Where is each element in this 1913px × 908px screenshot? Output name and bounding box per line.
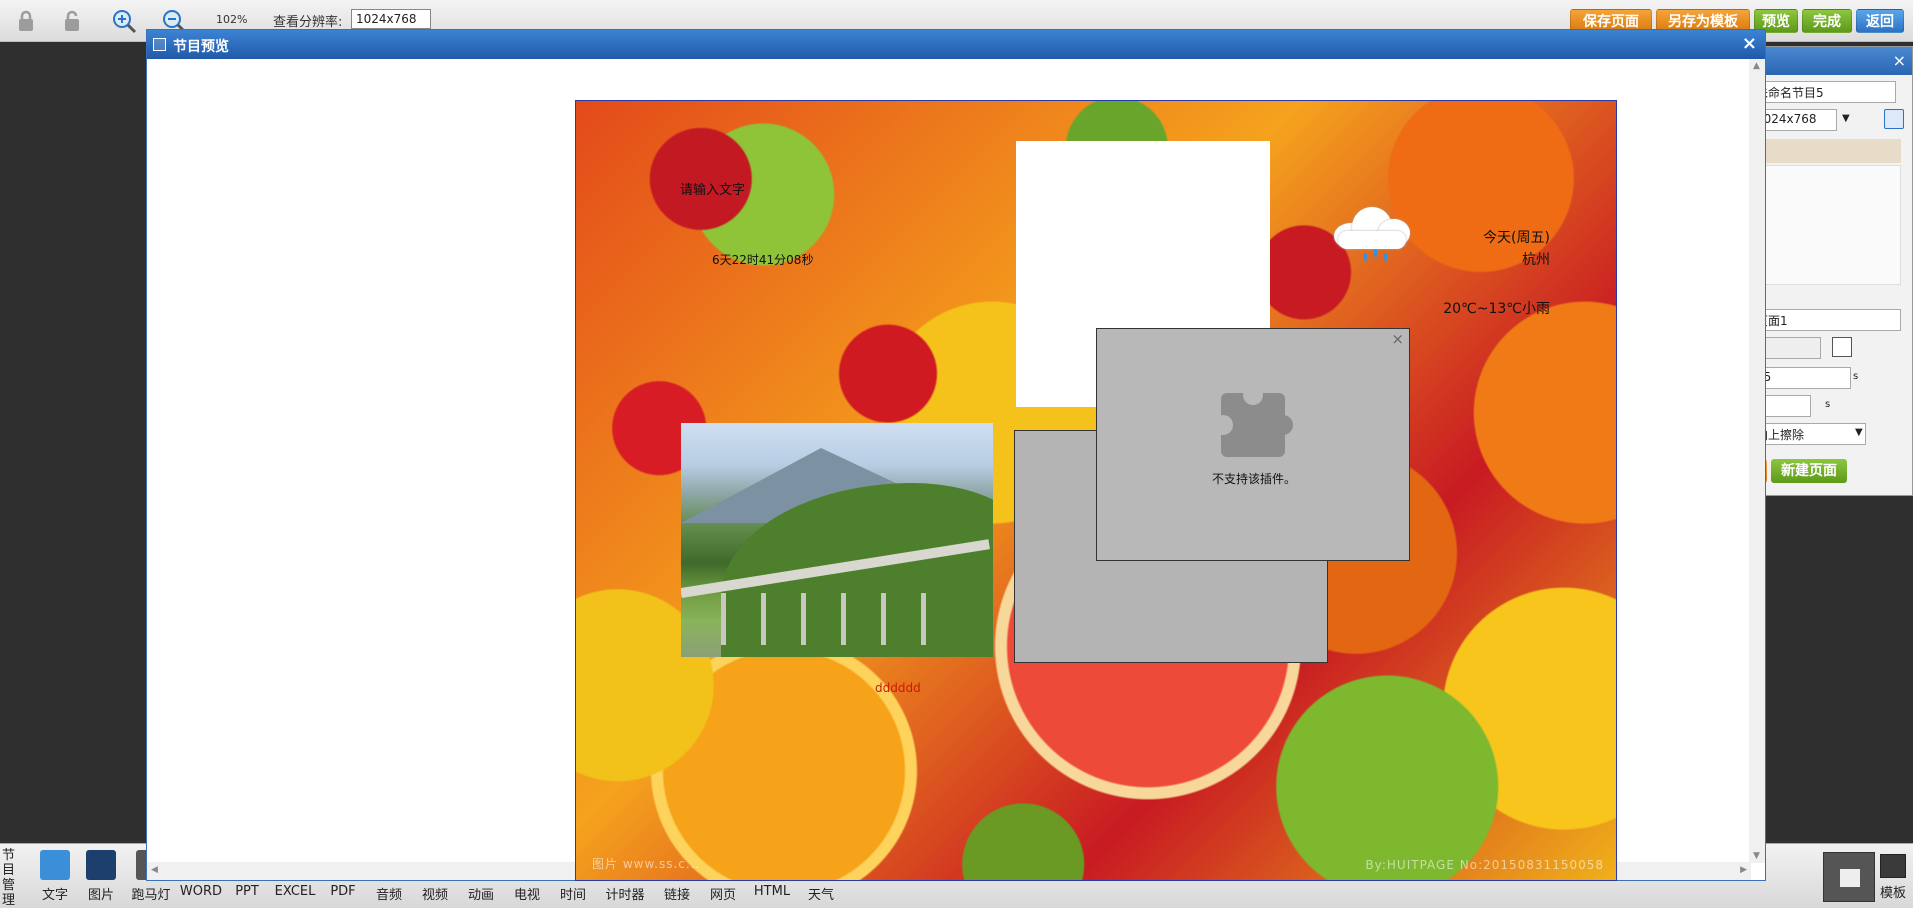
component-label: 图片 xyxy=(87,888,114,903)
resolution-label: 查看分辨率: xyxy=(273,15,343,30)
color-picker-icon[interactable] xyxy=(1832,337,1852,357)
transition-effect-select[interactable]: 向上擦除 xyxy=(1751,423,1866,445)
properties-panel: t × 未命名节目5 1024x768 ▼ 页面1 15 s 1 s 向上擦除 … xyxy=(1748,46,1913,496)
component-label: 网页 xyxy=(709,888,736,903)
component-label: 电视 xyxy=(513,888,540,903)
lock-icon[interactable] xyxy=(12,7,40,35)
transition-unit: s xyxy=(1825,399,1831,410)
component-label: EXCEL xyxy=(274,884,316,899)
duration-unit: s xyxy=(1853,371,1859,382)
component-1-button[interactable]: 文字 xyxy=(32,850,78,903)
component-label: 链接 xyxy=(663,888,690,903)
template-label: 模板 xyxy=(1880,886,1907,901)
close-icon[interactable]: × xyxy=(1391,330,1404,348)
dialog-title: 节目预览 xyxy=(173,39,229,55)
page-list-selected[interactable] xyxy=(1751,139,1901,163)
component-label: PPT xyxy=(235,884,259,899)
close-icon[interactable]: × xyxy=(1893,51,1906,70)
chevron-down-icon[interactable]: ▼ xyxy=(1855,427,1863,438)
component-1-icon xyxy=(40,850,70,880)
component-2-icon xyxy=(86,850,116,880)
red-text-widget[interactable]: dddddd xyxy=(875,681,921,695)
landscape-image[interactable] xyxy=(681,423,993,657)
zoom-in-icon[interactable] xyxy=(110,7,138,35)
template-icon xyxy=(1880,854,1906,878)
page-list[interactable] xyxy=(1751,165,1901,285)
properties-panel-header: t × xyxy=(1749,47,1912,75)
page-name-field[interactable]: 页面1 xyxy=(1751,309,1901,331)
component-label: 天气 xyxy=(807,888,834,903)
puzzle-icon xyxy=(1213,385,1293,457)
component-label: 文字 xyxy=(41,888,68,903)
component-label: 时间 xyxy=(559,888,586,903)
preview-icon xyxy=(153,38,166,51)
component-label: PDF xyxy=(330,884,356,899)
watermark-right: By:HUITPAGE No:20150831150058 xyxy=(1365,858,1604,872)
duration-field[interactable]: 15 xyxy=(1751,367,1851,389)
countdown-widget[interactable]: 6天22时41分08秒 xyxy=(712,251,813,268)
component-2-button[interactable]: 图片 xyxy=(78,850,124,903)
component-label: WORD xyxy=(179,884,223,899)
weather-day: 今天(周五) xyxy=(1483,230,1550,246)
program-name-field[interactable]: 未命名节目5 xyxy=(1751,81,1896,103)
program-management-tab[interactable]: 节目管理 xyxy=(2,848,18,908)
component-label: HTML xyxy=(753,884,791,899)
plugin-widget[interactable]: × 不支持该插件。 xyxy=(1096,328,1410,561)
view-toggle-button[interactable] xyxy=(1823,852,1875,902)
component-label: 音频 xyxy=(375,888,402,903)
dialog-header: 节目预览 × xyxy=(147,30,1765,59)
watermark-left: 图片 www.ss.c... xyxy=(592,857,701,871)
weather-temperature: 20℃~13℃小雨 xyxy=(1443,301,1550,317)
close-icon[interactable]: × xyxy=(1742,33,1757,54)
new-page-button[interactable]: 新建页面 xyxy=(1771,459,1847,483)
text-widget[interactable]: 请输入文字 xyxy=(680,179,745,198)
done-button[interactable]: 完成 xyxy=(1802,9,1852,33)
resolution-tool-icon[interactable] xyxy=(1884,109,1904,129)
back-button[interactable]: 返回 xyxy=(1856,9,1904,33)
resolution-select[interactable]: 1024x768 ▾ xyxy=(351,9,431,40)
component-label: 计时器 xyxy=(605,888,645,903)
component-label: 视频 xyxy=(421,888,448,903)
component-label: 跑马灯 xyxy=(131,888,171,903)
template-button[interactable]: 模板 xyxy=(1880,854,1906,901)
preview-canvas: 图片 www.ss.c... By:HUITPAGE No:2015083115… xyxy=(575,100,1617,881)
rain-cloud-icon xyxy=(1326,201,1416,261)
weather-city: 杭州 xyxy=(1522,252,1550,268)
chevron-down-icon[interactable]: ▼ xyxy=(1842,113,1850,124)
component-label: 动画 xyxy=(467,888,494,903)
program-preview-dialog: 节目预览 × ▲ ▼ ◀ ▶ 图片 www.ss.c... By:HUITPAG… xyxy=(146,29,1766,881)
unlock-icon[interactable] xyxy=(58,7,86,35)
zoom-level: 102% xyxy=(216,13,248,26)
vertical-scrollbar[interactable]: ▲ ▼ xyxy=(1749,59,1765,863)
plugin-unsupported-text: 不支持该插件。 xyxy=(1211,472,1296,486)
